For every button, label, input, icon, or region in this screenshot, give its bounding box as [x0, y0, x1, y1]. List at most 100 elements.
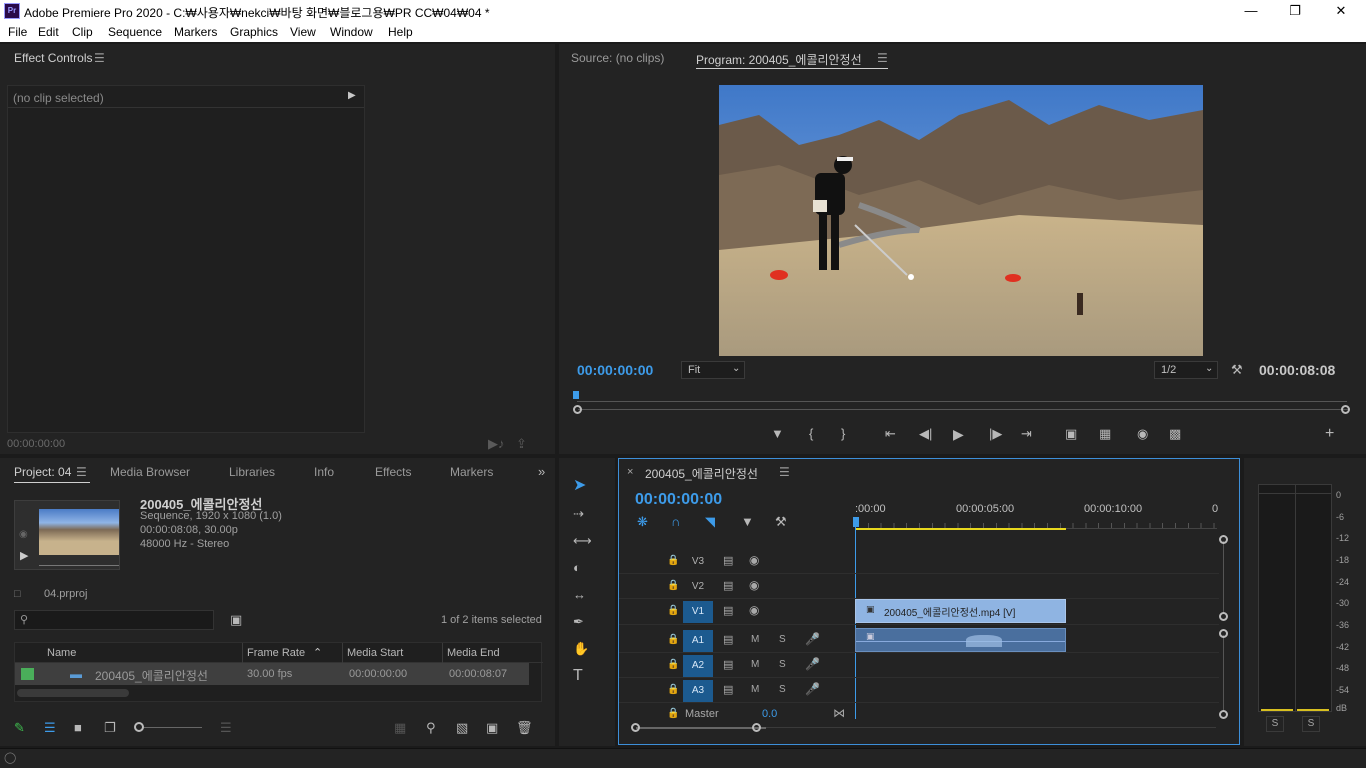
filter-audio-icon[interactable]: ▶♪: [488, 436, 505, 452]
zoom-bar[interactable]: [573, 405, 1353, 415]
eye-icon[interactable]: ◉: [749, 603, 759, 617]
mark-in-icon[interactable]: {: [809, 426, 813, 442]
sync-lock-icon[interactable]: ▤: [723, 658, 733, 671]
track-label-a2[interactable]: A2: [683, 655, 713, 677]
track-select-tool-icon[interactable]: ⇢: [573, 506, 584, 522]
new-item-icon[interactable]: ▣: [486, 720, 498, 736]
panel-menu-icon[interactable]: ☰: [779, 465, 790, 479]
slip-tool-icon[interactable]: ↔: [573, 587, 586, 603]
tab-sequence[interactable]: 200405_에콜리안정선: [645, 465, 758, 482]
compare-view-icon[interactable]: ▩: [1169, 426, 1181, 442]
fit-dropdown[interactable]: Fit ⌄: [681, 361, 745, 379]
menu-window[interactable]: Window: [330, 25, 373, 39]
go-to-next-icon[interactable]: ⋈: [833, 706, 845, 720]
overflow-chevron-icon[interactable]: »: [538, 464, 545, 480]
tab-libraries[interactable]: Libraries: [229, 465, 275, 479]
tab-source-monitor[interactable]: Source: (no clips): [571, 51, 664, 65]
minimize-icon[interactable]: —: [1228, 2, 1274, 20]
razor-tool-icon[interactable]: ◐: [573, 560, 581, 576]
maximize-icon[interactable]: ❐: [1272, 2, 1318, 20]
audio-scroll-handle-top[interactable]: [1219, 629, 1228, 638]
menu-edit[interactable]: Edit: [38, 25, 59, 39]
resolution-dropdown[interactable]: 1/2 ⌄: [1154, 361, 1218, 379]
solo-left-button[interactable]: S: [1266, 716, 1284, 732]
mute-button[interactable]: M: [751, 684, 759, 695]
play-icon[interactable]: ▶: [953, 426, 964, 442]
add-marker-icon[interactable]: ▼: [741, 514, 754, 530]
sync-lock-icon[interactable]: ▤: [723, 633, 733, 646]
lock-icon[interactable]: 🔒: [667, 605, 679, 616]
project-search-input[interactable]: ⚲: [14, 610, 214, 630]
go-to-in-icon[interactable]: ⇤: [885, 426, 896, 442]
program-timecode[interactable]: 00:00:00:00: [577, 362, 653, 378]
eye-icon[interactable]: ◉: [749, 578, 759, 592]
menu-view[interactable]: View: [290, 25, 316, 39]
nest-icon[interactable]: ❋: [637, 514, 648, 530]
solo-button[interactable]: S: [779, 634, 786, 645]
icon-view-icon[interactable]: ■: [74, 720, 82, 736]
type-tool-icon[interactable]: T: [573, 668, 583, 684]
lock-icon[interactable]: 🔒: [667, 634, 679, 645]
step-back-icon[interactable]: ◀|: [919, 426, 932, 442]
expand-arrow-icon[interactable]: ▶: [348, 90, 356, 101]
zoom-handle-right[interactable]: [1341, 405, 1350, 414]
sync-lock-icon[interactable]: ▤: [723, 554, 733, 567]
panel-menu-icon[interactable]: ☰: [76, 465, 87, 479]
camera-icon[interactable]: ◉: [1137, 426, 1148, 442]
sort-icon[interactable]: ☰: [220, 720, 232, 736]
trash-icon[interactable]: 🗑: [516, 720, 533, 736]
program-scrub-bar[interactable]: [573, 391, 1351, 405]
find-icon[interactable]: ⚲: [426, 720, 436, 736]
snap-magnet-icon[interactable]: ∩: [671, 514, 680, 530]
video-clip[interactable]: ▣ 200405_에콜리안정선.mp4 [V]: [855, 599, 1066, 623]
track-label-a3[interactable]: A3: [683, 680, 713, 702]
solo-button[interactable]: S: [779, 659, 786, 670]
playhead-handle[interactable]: [853, 517, 859, 527]
tab-media-browser[interactable]: Media Browser: [110, 465, 190, 479]
zoom-scroll-handle-right[interactable]: [752, 723, 761, 732]
menu-file[interactable]: File: [8, 25, 27, 39]
sync-lock-icon[interactable]: ▤: [723, 579, 733, 592]
zoom-scroll-handle-left[interactable]: [631, 723, 640, 732]
new-search-bin-icon[interactable]: ▣: [230, 612, 242, 628]
lock-icon[interactable]: 🔒: [667, 555, 679, 566]
tab-effect-controls[interactable]: Effect Controls: [14, 51, 92, 65]
lock-icon[interactable]: 🔒: [667, 708, 679, 719]
master-volume[interactable]: 0.0: [762, 708, 777, 720]
column-frame-rate[interactable]: Frame Rate: [243, 643, 343, 663]
microphone-icon[interactable]: 🎤: [805, 657, 820, 671]
horizontal-scrollbar[interactable]: [17, 689, 129, 697]
track-label-a1[interactable]: A1: [683, 630, 713, 652]
sync-lock-icon[interactable]: ▤: [723, 683, 733, 696]
lock-icon[interactable]: 🔒: [667, 684, 679, 695]
menu-sequence[interactable]: Sequence: [108, 25, 162, 39]
export-icon[interactable]: ⇪: [516, 436, 527, 452]
eye-icon[interactable]: ◉: [749, 553, 759, 567]
sort-ascending-icon[interactable]: ⌃: [313, 646, 322, 659]
panel-menu-icon[interactable]: ☰: [94, 51, 105, 65]
video-scroll-handle-bottom[interactable]: [1219, 612, 1228, 621]
selection-tool-icon[interactable]: ➤: [573, 478, 586, 494]
lift-icon[interactable]: ▣: [1065, 426, 1077, 442]
list-view-icon[interactable]: ☰: [44, 720, 56, 736]
video-scroll-handle-top[interactable]: [1219, 535, 1228, 544]
mark-out-icon[interactable]: }: [841, 426, 845, 442]
timeline-settings-wrench-icon[interactable]: ⚒: [775, 514, 787, 530]
ripple-edit-tool-icon[interactable]: ⟷: [573, 533, 592, 549]
zoom-slider-handle[interactable]: [134, 722, 144, 732]
table-row[interactable]: ▬ 200405_에콜리안정선 30.00 fps 00:00:00:00 00…: [15, 663, 529, 685]
linked-selection-icon[interactable]: ◥: [705, 514, 715, 530]
solo-right-button[interactable]: S: [1302, 716, 1320, 732]
microphone-icon[interactable]: 🎤: [805, 682, 820, 696]
lock-icon[interactable]: 🔒: [667, 659, 679, 670]
tab-info[interactable]: Info: [314, 465, 334, 479]
clip-thumbnail[interactable]: ◉ ▶: [14, 500, 120, 570]
audio-scroll-handle-bottom[interactable]: [1219, 710, 1228, 719]
wrench-icon[interactable]: ⚒: [1231, 362, 1243, 378]
tab-effects[interactable]: Effects: [375, 465, 411, 479]
playhead-marker[interactable]: [573, 391, 579, 399]
label-color-swatch[interactable]: [21, 668, 34, 680]
close-tab-icon[interactable]: ×: [627, 466, 633, 478]
button-editor-plus-icon[interactable]: +: [1325, 426, 1334, 442]
video-scrollbar[interactable]: [1219, 535, 1229, 621]
